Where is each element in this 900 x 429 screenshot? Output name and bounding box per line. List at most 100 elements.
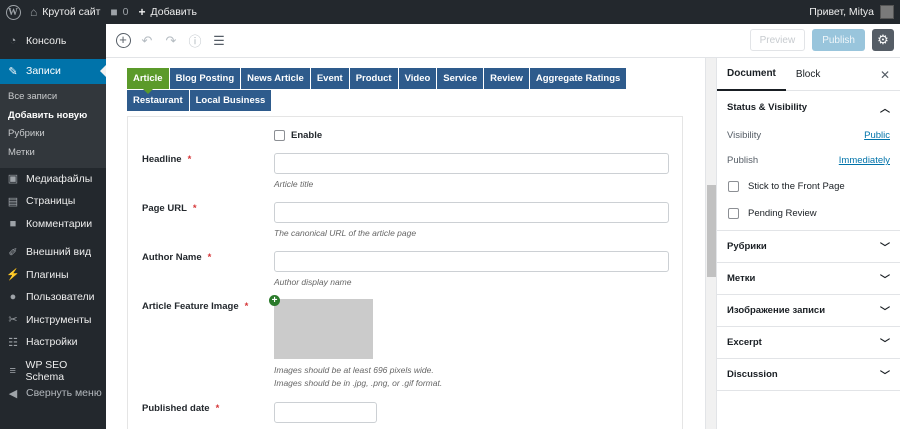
required-marker: *	[244, 301, 249, 312]
tags-panel-toggle[interactable]: Метки ﹀	[717, 263, 900, 295]
content-scrollbar[interactable]	[705, 58, 716, 429]
enable-checkbox[interactable]	[274, 130, 285, 141]
tab-event[interactable]: Event	[310, 68, 349, 89]
collapse-menu-button[interactable]: ◀ Свернуть меню	[0, 382, 106, 405]
categories-panel-toggle[interactable]: Рубрики ﹀	[717, 231, 900, 263]
dashboard-icon: ◔	[9, 35, 17, 48]
sidebar-item-dashboard[interactable]: ◔ Консоль	[0, 30, 106, 53]
user-icon: ●	[9, 291, 17, 304]
block-navigation-button[interactable]: ☰	[207, 29, 231, 53]
headline-label: Headline *	[142, 154, 192, 165]
submenu-tags[interactable]: Метки	[0, 143, 106, 162]
wordpress-logo-button[interactable]: W	[1, 0, 25, 24]
enable-toggle[interactable]: Enable	[274, 130, 322, 141]
status-visibility-panel-toggle[interactable]: Status & Visibility ︿	[717, 91, 900, 123]
wrench-icon: ✂	[8, 314, 18, 327]
sidebar-item-pages[interactable]: ▤ Страницы	[0, 190, 106, 213]
settings-sidebar: Document Block ✕ Status & Visibility ︿ V…	[716, 58, 900, 429]
tab-local-business[interactable]: Local Business	[189, 90, 272, 111]
comments-link[interactable]: ■ 0	[105, 0, 133, 24]
feature-image-placeholder[interactable]	[274, 299, 373, 359]
author-name-input[interactable]	[274, 251, 669, 272]
site-name-link[interactable]: ⌂ Крутой сайт	[25, 0, 105, 24]
tab-video[interactable]: Video	[398, 68, 437, 89]
tab-article[interactable]: Article	[127, 68, 169, 94]
submenu-add-new[interactable]: Добавить новую	[0, 106, 106, 125]
page-icon: ▤	[7, 195, 19, 208]
sidebar-item-settings[interactable]: ☷ Настройки	[0, 331, 106, 354]
tab-block[interactable]: Block	[786, 58, 830, 91]
tab-news-article[interactable]: News Article	[241, 68, 310, 89]
page-url-input[interactable]	[274, 202, 669, 223]
undo-button[interactable]: ↶	[135, 29, 159, 53]
panel-title: Метки	[727, 273, 756, 284]
tab-restaurant[interactable]: Restaurant	[127, 90, 189, 111]
tab-review[interactable]: Review	[484, 68, 529, 89]
account-menu[interactable]: Привет, Mitya	[809, 5, 900, 19]
enable-label: Enable	[291, 130, 323, 141]
add-new-link[interactable]: + Добавить	[134, 0, 202, 24]
sidebar-item-label: Внешний вид	[26, 246, 92, 259]
stick-checkbox[interactable]	[728, 181, 739, 192]
visibility-row: Visibility Public	[717, 123, 900, 148]
sidebar-item-users[interactable]: ● Пользователи	[0, 286, 106, 309]
brush-icon: ✐	[8, 246, 18, 259]
headline-input[interactable]	[274, 153, 669, 174]
add-block-button[interactable]: +	[111, 29, 135, 53]
excerpt-panel-toggle[interactable]: Excerpt ﹀	[717, 327, 900, 359]
settings-header: Document Block ✕	[717, 58, 900, 91]
published-date-input[interactable]	[274, 402, 377, 423]
sidebar-item-comments[interactable]: ■ Комментарии	[0, 213, 106, 236]
scrollbar-thumb[interactable]	[707, 185, 716, 277]
tab-service[interactable]: Service	[437, 68, 484, 89]
publish-row: Publish Immediately	[717, 148, 900, 173]
author-name-description: Author display name	[274, 277, 352, 287]
panel-title: Изображение записи	[727, 305, 826, 316]
visibility-link[interactable]: Public	[864, 130, 890, 141]
featured-image-panel-toggle[interactable]: Изображение записи ﹀	[717, 295, 900, 327]
submenu-all-posts[interactable]: Все записи	[0, 88, 106, 107]
greeting-label: Привет, Mitya	[809, 6, 874, 18]
stick-to-front-toggle[interactable]: Stick to the Front Page	[717, 173, 900, 200]
submenu-categories[interactable]: Рубрики	[0, 125, 106, 144]
panel-title: Рубрики	[727, 241, 767, 252]
stick-label: Stick to the Front Page	[748, 181, 845, 192]
sidebar-item-label: Плагины	[26, 268, 69, 281]
publish-button[interactable]: Publish	[812, 29, 865, 51]
sidebar-item-posts[interactable]: ✎ Записи	[0, 58, 106, 84]
close-icon[interactable]: ✕	[880, 68, 890, 82]
preview-button[interactable]: Preview	[749, 29, 806, 51]
sidebar-item-label: Медиафайлы	[26, 172, 93, 185]
add-image-icon[interactable]: +	[269, 295, 280, 306]
publish-label: Publish	[727, 155, 759, 166]
sidebar-item-media[interactable]: ▣ Медиафайлы	[0, 168, 106, 191]
feature-image-description: Images should be at least 696 pixels wid…	[274, 365, 443, 388]
pending-checkbox[interactable]	[728, 208, 739, 219]
pending-label: Pending Review	[748, 208, 817, 219]
media-icon: ▣	[7, 173, 19, 186]
settings-toggle-button[interactable]: ⚙	[872, 29, 894, 51]
sidebar-item-appearance[interactable]: ✐ Внешний вид	[0, 241, 106, 264]
sidebar-item-tools[interactable]: ✂ Инструменты	[0, 309, 106, 332]
tab-product[interactable]: Product	[349, 68, 398, 89]
tab-document[interactable]: Document	[717, 58, 786, 91]
tab-aggregate-ratings[interactable]: Aggregate Ratings	[529, 68, 627, 89]
redo-button[interactable]: ↷	[159, 29, 183, 53]
info-button[interactable]: ⓘ	[183, 29, 207, 53]
sidebar-item-label: Настройки	[26, 336, 78, 349]
pending-review-toggle[interactable]: Pending Review	[717, 200, 900, 227]
gear-icon: ⚙	[877, 32, 889, 47]
sidebar-item-label: Пользователи	[26, 291, 95, 304]
author-name-label: Author Name *	[142, 252, 212, 263]
page-url-description: The canonical URL of the article page	[274, 228, 417, 238]
tab-blog-posting[interactable]: Blog Posting	[169, 68, 241, 89]
sidebar-item-label: Страницы	[26, 195, 76, 208]
discussion-panel-toggle[interactable]: Discussion ﹀	[717, 359, 900, 391]
sidebar-item-plugins[interactable]: ⚡ Плагины	[0, 264, 106, 287]
chevron-down-icon: ﹀	[880, 243, 890, 254]
required-marker: *	[215, 403, 220, 414]
sidebar-item-wp-seo-schema[interactable]: ≡ WP SEO Schema	[0, 359, 106, 383]
plugin-icon: ⚡	[6, 269, 20, 282]
publish-date-link[interactable]: Immediately	[839, 155, 890, 166]
comment-icon: ■	[9, 217, 17, 230]
